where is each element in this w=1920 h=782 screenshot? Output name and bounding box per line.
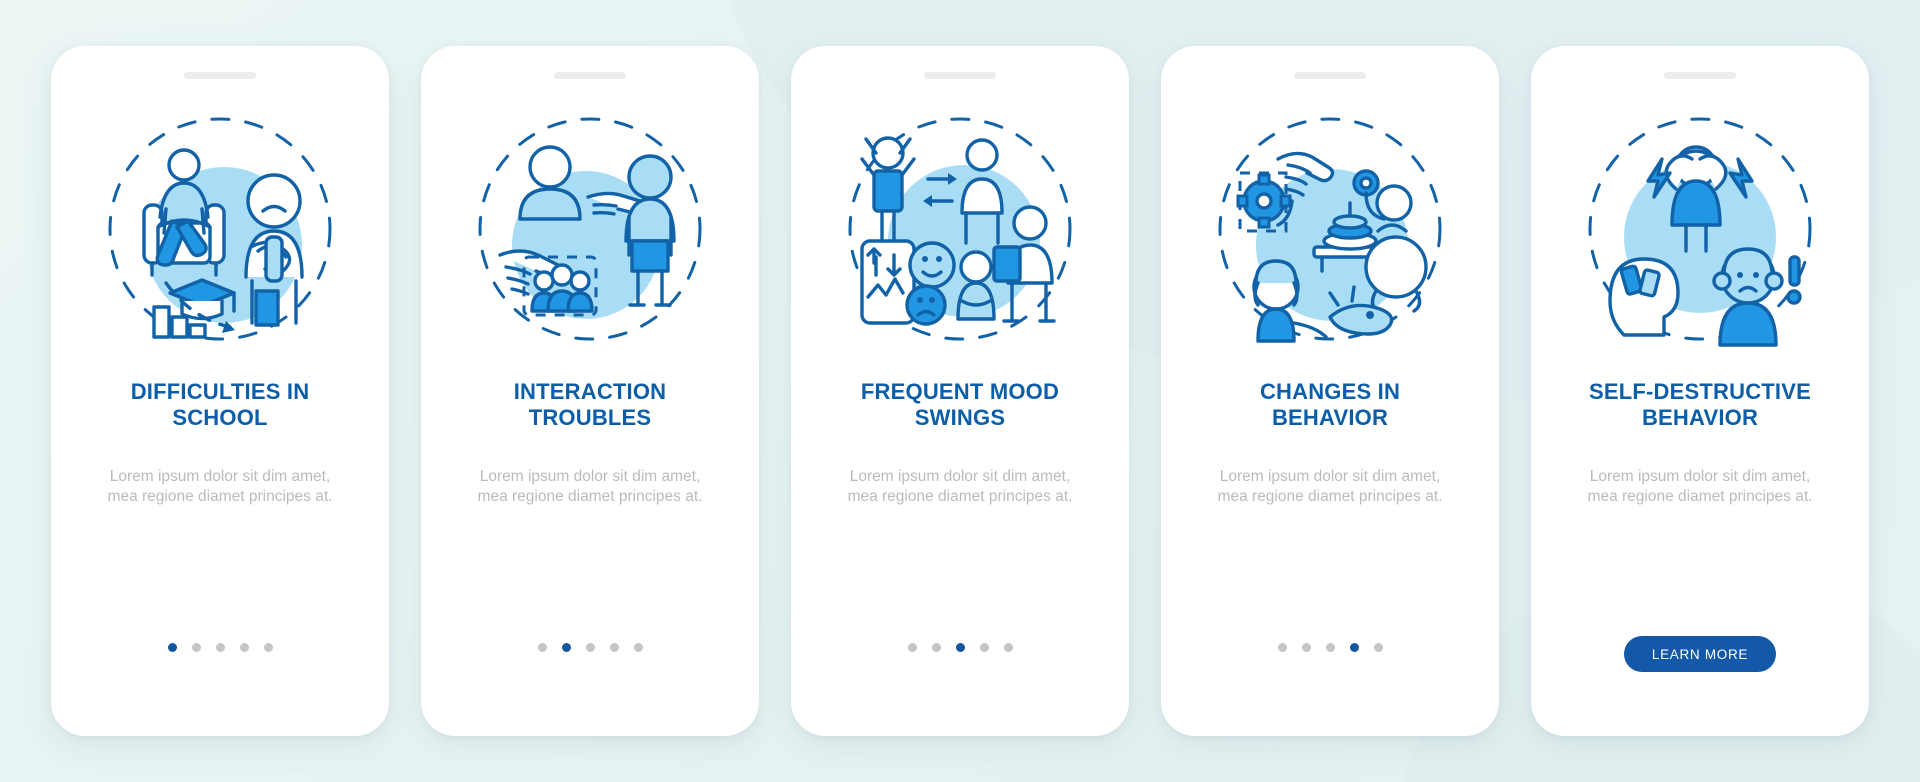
card-body-text: Lorem ipsum dolor sit dim amet, mea regi… xyxy=(847,467,1073,505)
illustration-phone-with-mood-graph-happy-and-sad-emoji-faces-cheering-and-slumped-figures-arrows xyxy=(836,105,1084,353)
illustration-figure-holding-head-lightning-bolts-head-profile-with-broken-mind-upset-girl-with-exclamation-mark xyxy=(1576,105,1824,353)
onboarding-card-changes-in-behavior: CHANGES IN BEHAVIOR Lorem ipsum dolor sit… xyxy=(1161,46,1499,736)
pagination-dot-4[interactable] xyxy=(979,643,989,652)
phone-speaker-bar xyxy=(1664,72,1736,79)
illustration-gear-on-paper-thumbs-down-hand-child-with-stacking-toy-rings-ignored-teddy-bear xyxy=(1206,105,1454,353)
pagination-dot-3-active[interactable] xyxy=(955,643,965,652)
pagination-dot-3[interactable] xyxy=(585,643,595,652)
card-body-text: Lorem ipsum dolor sit dim amet, mea regi… xyxy=(477,467,703,505)
pagination-dot-4[interactable] xyxy=(239,643,249,652)
pagination-dot-5[interactable] xyxy=(1003,643,1013,652)
illustration-person-avatar-pointing-hand-thumbs-down-group-of-people-excluded-child xyxy=(466,105,714,353)
pagination-dot-2[interactable] xyxy=(1301,643,1311,652)
onboarding-card-frequent-mood-swings: FREQUENT MOOD SWINGS Lorem ipsum dolor si… xyxy=(791,46,1129,736)
card-title: DIFFICULTIES IN SCHOOL xyxy=(130,379,310,430)
pagination-dot-3[interactable] xyxy=(215,643,225,652)
card-body-text: Lorem ipsum dolor sit dim amet, mea regi… xyxy=(1217,467,1443,505)
onboarding-card-difficulties-in-school: DIFFICULTIES IN SCHOOL Lorem ipsum dolor … xyxy=(51,46,389,736)
pagination-dot-1-active[interactable] xyxy=(167,643,177,652)
pagination-dot-5[interactable] xyxy=(1373,643,1383,652)
onboarding-screens-page: DIFFICULTIES IN SCHOOL Lorem ipsum dolor … xyxy=(0,0,1920,782)
pagination-dot-4[interactable] xyxy=(609,643,619,652)
pagination-dots[interactable] xyxy=(537,643,643,652)
pagination-dot-2[interactable] xyxy=(191,643,201,652)
onboarding-card-self-destructive-behavior: SELF-DESTRUCTIVE BEHAVIOR Lorem ipsum dol… xyxy=(1531,46,1869,736)
card-title: INTERACTION TROUBLES xyxy=(513,379,667,430)
card-body-text: Lorem ipsum dolor sit dim amet, mea regi… xyxy=(1587,467,1813,505)
pagination-dots[interactable] xyxy=(1277,643,1383,652)
phone-speaker-bar xyxy=(554,72,626,79)
card-title: CHANGES IN BEHAVIOR xyxy=(1259,379,1401,430)
pagination-dot-1[interactable] xyxy=(1277,643,1287,652)
onboarding-card-interaction-troubles: INTERACTION TROUBLES Lorem ipsum dolor si… xyxy=(421,46,759,736)
phone-speaker-bar xyxy=(1294,72,1366,79)
card-title: SELF-DESTRUCTIVE BEHAVIOR xyxy=(1589,379,1811,430)
card-body-text: Lorem ipsum dolor sit dim amet, mea regi… xyxy=(107,467,333,505)
card-title: FREQUENT MOOD SWINGS xyxy=(860,379,1060,430)
phone-mockups-row: DIFFICULTIES IN SCHOOL Lorem ipsum dolor … xyxy=(0,0,1920,782)
pagination-dot-3[interactable] xyxy=(1325,643,1335,652)
pagination-dot-2-active[interactable] xyxy=(561,643,571,652)
illustration-student-slumped-in-armchair-graduation-cap-declining-bar-chart-sad-pupil-with-backpack xyxy=(96,105,344,353)
phone-speaker-bar xyxy=(184,72,256,79)
phone-speaker-bar xyxy=(924,72,996,79)
pagination-dot-1[interactable] xyxy=(907,643,917,652)
pagination-dot-5[interactable] xyxy=(263,643,273,652)
pagination-dot-4-active[interactable] xyxy=(1349,643,1359,652)
pagination-dots[interactable] xyxy=(167,643,273,652)
pagination-dots[interactable] xyxy=(907,643,1013,652)
pagination-dot-5[interactable] xyxy=(633,643,643,652)
pagination-dot-2[interactable] xyxy=(931,643,941,652)
pagination-dot-1[interactable] xyxy=(537,643,547,652)
learn-more-button[interactable]: LEARN MORE xyxy=(1624,636,1776,672)
